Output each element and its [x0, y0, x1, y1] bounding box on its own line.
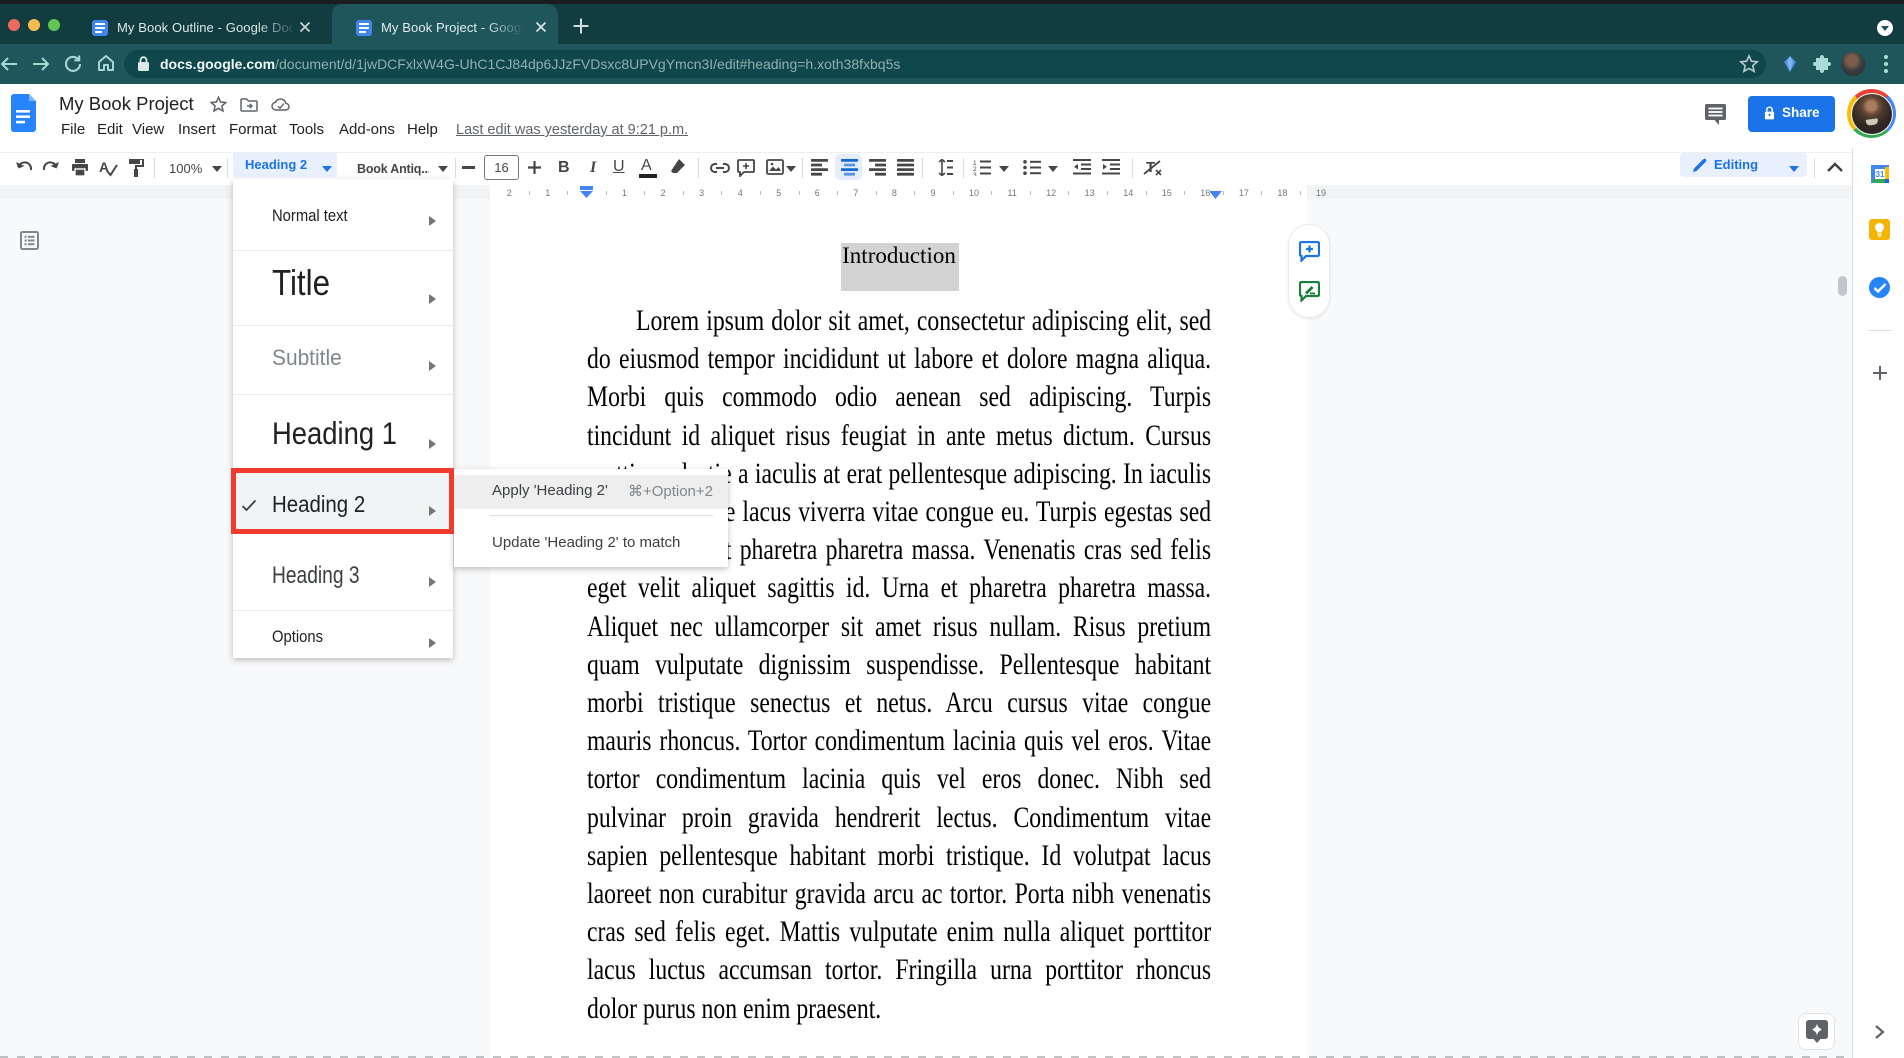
svg-text:31: 31 — [1876, 170, 1885, 179]
svg-text:3: 3 — [973, 172, 977, 176]
